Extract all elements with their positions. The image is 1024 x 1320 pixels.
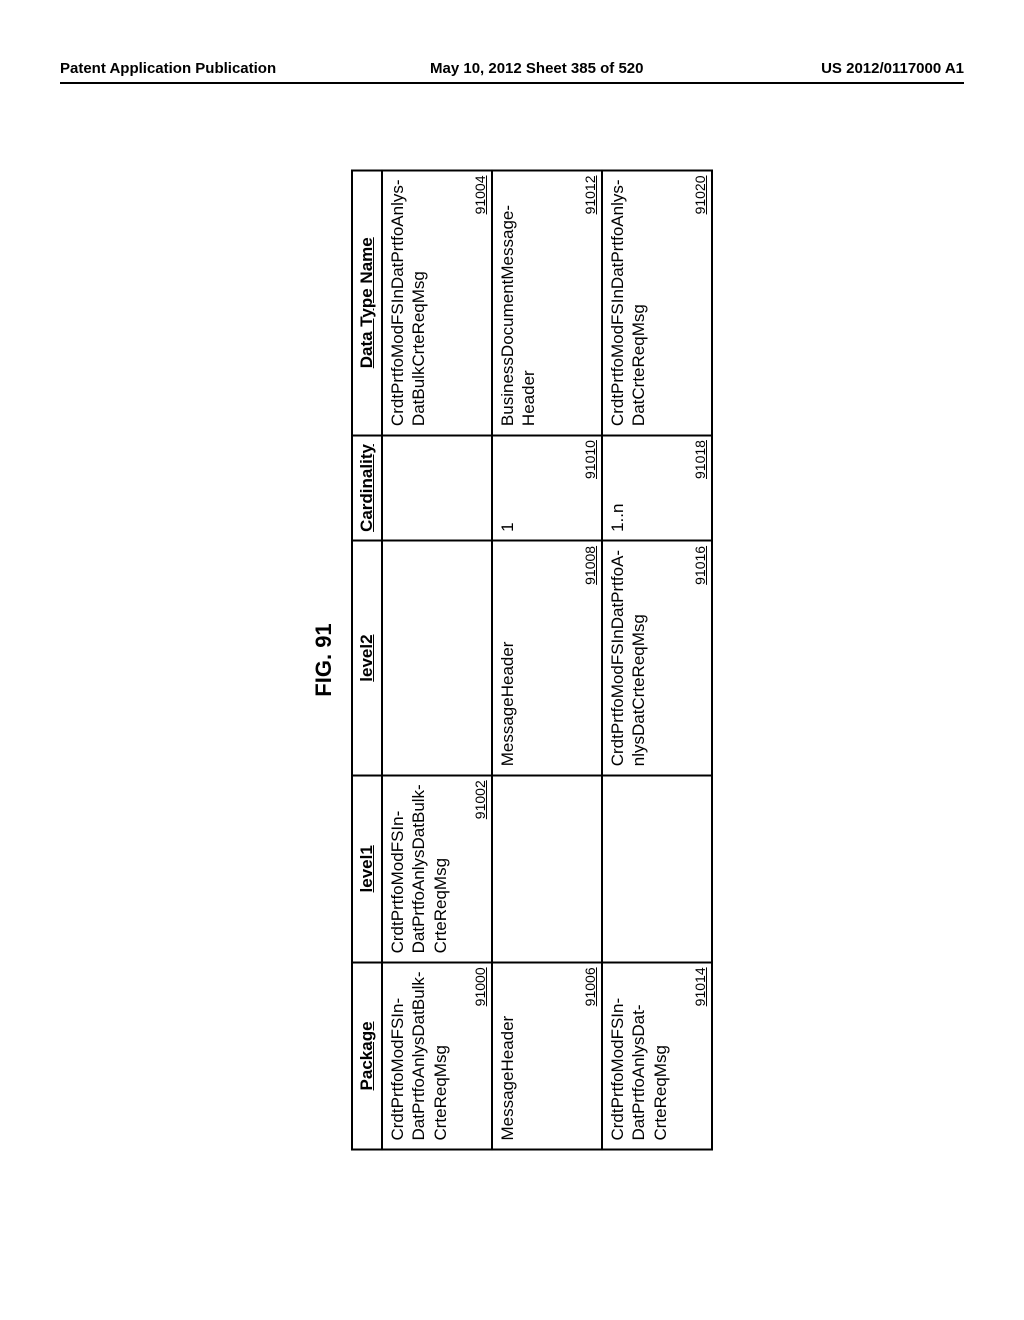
cell-card: [382, 435, 492, 541]
pub-header-left: Patent Application Publication: [60, 60, 276, 77]
cell-level1: CrdtPrtfoModFSIn-DatPrtfoAnlysDatBulk-Cr…: [382, 775, 492, 962]
col-header-package: Package: [352, 962, 382, 1149]
cell-text: BusinessDocumentMessage-Header: [497, 179, 540, 426]
col-header-datatype: Data Type Name: [352, 170, 382, 435]
cell-id: 91016: [692, 546, 708, 585]
cell-text: CrdtPrtfoModFSInDatPrtfoA-nlysDatCrteReq…: [607, 550, 650, 766]
cell-id: 91010: [582, 440, 598, 479]
cell-id: 91018: [692, 440, 708, 479]
cell-id: 91008: [582, 546, 598, 585]
cell-id: 91000: [472, 967, 488, 1006]
cell-id: 91004: [472, 175, 488, 214]
cell-text: CrdtPrtfoModFSInDatPrtfoAnlys-DatBulkCrt…: [387, 179, 430, 426]
cell-text: CrdtPrtfoModFSInDatPrtfoAnlys-DatCrteReq…: [607, 179, 650, 426]
cell-text: MessageHeader: [497, 971, 518, 1140]
cell-dtype: CrdtPrtfoModFSInDatPrtfoAnlys-DatBulkCrt…: [382, 170, 492, 435]
pub-header-center: May 10, 2012 Sheet 385 of 520: [430, 60, 643, 77]
cell-level2: [382, 541, 492, 775]
table-row: CrdtPrtfoModFSIn-DatPrtfoAnlysDat-CrteRe…: [602, 170, 712, 1149]
figure-rotated-container: FIG. 91 Package level1 level2 Cardinalit…: [311, 169, 713, 1150]
cell-level1: [492, 775, 602, 962]
cell-level1: [602, 775, 712, 962]
cell-id: 91006: [582, 967, 598, 1006]
cell-text: 1: [497, 444, 518, 532]
pub-header-right: US 2012/0117000 A1: [821, 60, 964, 77]
figure-table: Package level1 level2 Cardinality Data T…: [351, 169, 713, 1150]
cell-dtype: BusinessDocumentMessage-Header 91012: [492, 170, 602, 435]
col-header-level2: level2: [352, 541, 382, 775]
cell-package: MessageHeader 91006: [492, 962, 602, 1149]
cell-package: CrdtPrtfoModFSIn-DatPrtfoAnlysDat-CrteRe…: [602, 962, 712, 1149]
cell-id: 91002: [472, 780, 488, 819]
figure-label: FIG. 91: [311, 169, 337, 1150]
cell-text: 1..n: [607, 444, 628, 532]
cell-id: 91012: [582, 175, 598, 214]
cell-text: CrdtPrtfoModFSIn-DatPrtfoAnlysDatBulk-Cr…: [387, 971, 451, 1140]
cell-dtype: CrdtPrtfoModFSInDatPrtfoAnlys-DatCrteReq…: [602, 170, 712, 435]
cell-id: 91014: [692, 967, 708, 1006]
col-header-level1: level1: [352, 775, 382, 962]
cell-id: 91020: [692, 175, 708, 214]
table-row: MessageHeader 91006 MessageHeader 91008 1 9…: [492, 170, 602, 1149]
cell-text: CrdtPrtfoModFSIn-DatPrtfoAnlysDat-CrteRe…: [607, 971, 671, 1140]
table-row: CrdtPrtfoModFSIn-DatPrtfoAnlysDatBulk-Cr…: [382, 170, 492, 1149]
col-header-cardinality: Cardinality: [352, 435, 382, 541]
cell-card: 1..n 91018: [602, 435, 712, 541]
cell-text: MessageHeader: [497, 550, 518, 766]
header-divider: [60, 82, 964, 84]
cell-level2: CrdtPrtfoModFSInDatPrtfoA-nlysDatCrteReq…: [602, 541, 712, 775]
cell-level2: MessageHeader 91008: [492, 541, 602, 775]
table-header-row: Package level1 level2 Cardinality Data T…: [352, 170, 382, 1149]
cell-card: 1 91010: [492, 435, 602, 541]
cell-text: CrdtPrtfoModFSIn-DatPrtfoAnlysDatBulk-Cr…: [387, 784, 451, 953]
cell-package: CrdtPrtfoModFSIn-DatPrtfoAnlysDatBulk-Cr…: [382, 962, 492, 1149]
